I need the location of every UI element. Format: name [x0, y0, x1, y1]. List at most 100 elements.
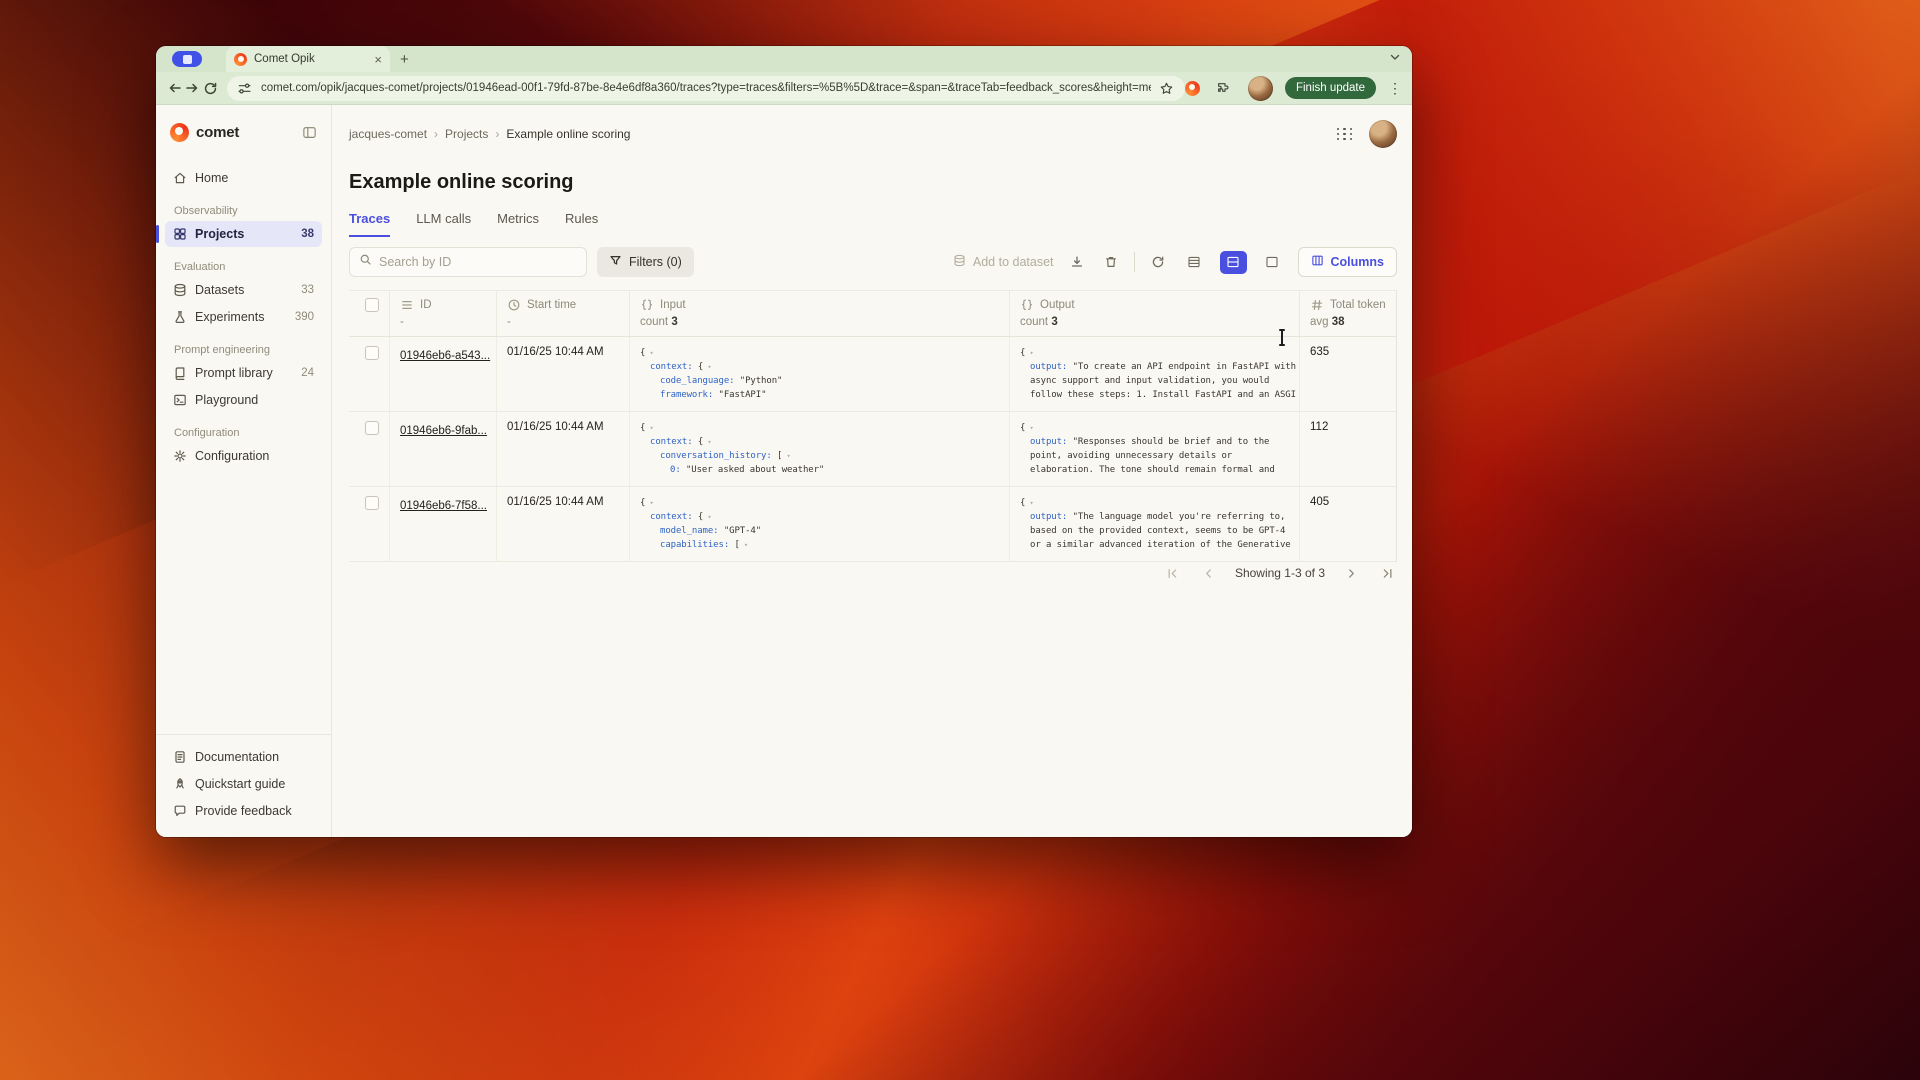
sidebar-item-playground[interactable]: Playground [165, 387, 322, 413]
previous-page-icon[interactable] [1199, 563, 1219, 583]
expand-chevron-icon[interactable]: ▾ [703, 438, 711, 446]
expand-chevron-icon[interactable]: ▾ [1025, 499, 1033, 507]
trace-id-link[interactable]: 01946eb6-7f58... [400, 500, 487, 512]
address-bar[interactable]: comet.com/opik/jacques-comet/projects/01… [227, 76, 1185, 101]
new-tab-button[interactable]: + [400, 51, 409, 68]
reload-icon[interactable] [201, 76, 219, 100]
browser-tab-title: Comet Opik [254, 53, 367, 65]
table-row[interactable]: 01946eb6-7f58...01/16/25 10:44 AM{ ▾cont… [349, 487, 1396, 562]
text-cursor [1281, 331, 1283, 344]
sidebar-item-documentation[interactable]: Documentation [165, 744, 322, 770]
tab-traces[interactable]: Traces [349, 211, 390, 237]
column-header-total-token[interactable]: Total tokenavg 38 [1300, 291, 1397, 336]
tab-list-chevron-icon[interactable] [1388, 50, 1402, 69]
expand-chevron-icon[interactable]: ▾ [645, 499, 653, 507]
sidebar-item-datasets[interactable]: Datasets33 [165, 277, 322, 303]
sidebar-item-count: 38 [301, 228, 314, 240]
expand-chevron-icon[interactable]: ▾ [645, 424, 653, 432]
row-height-small-icon[interactable] [1181, 251, 1208, 274]
expand-chevron-icon[interactable]: ▾ [740, 541, 748, 549]
column-header-start-time[interactable]: Start time- [497, 291, 630, 336]
add-to-dataset-button[interactable]: Add to dataset [953, 254, 1054, 270]
json-line: context: { ▾ [640, 360, 999, 374]
tab-close-icon[interactable]: × [374, 53, 382, 66]
json-value: elaboration. The tone should remain form… [1030, 465, 1275, 475]
row-height-large-icon[interactable] [1259, 251, 1286, 274]
site-settings-icon[interactable] [237, 80, 253, 96]
aggregate-prefix: - [507, 316, 511, 328]
select-all-checkbox[interactable] [365, 298, 379, 312]
expand-chevron-icon[interactable]: ▾ [645, 349, 653, 357]
expand-chevron-icon[interactable]: ▾ [703, 513, 711, 521]
row-checkbox[interactable] [365, 496, 379, 510]
column-header-id[interactable]: ID- [390, 291, 497, 336]
breadcrumb-item[interactable]: jacques-comet [349, 127, 427, 141]
sidebar-item-label: Provide feedback [195, 804, 292, 818]
trace-id-link[interactable]: 01946eb6-a543... [400, 350, 490, 362]
tab-metrics[interactable]: Metrics [497, 211, 539, 237]
comet-extension-icon[interactable] [1185, 81, 1200, 96]
column-header-input[interactable]: Inputcount 3 [630, 291, 1010, 336]
url-text: comet.com/opik/jacques-comet/projects/01… [261, 82, 1151, 94]
finish-update-button[interactable]: Finish update [1285, 77, 1376, 99]
quickstart-icon [173, 777, 187, 791]
expand-chevron-icon[interactable]: ▾ [1025, 349, 1033, 357]
sidebar-item-provide-feedback[interactable]: Provide feedback [165, 798, 322, 824]
sidebar-item-quickstart-guide[interactable]: Quickstart guide [165, 771, 322, 797]
last-page-icon[interactable] [1377, 563, 1397, 583]
sidebar-item-experiments[interactable]: Experiments390 [165, 304, 322, 330]
column-header-text: Output [1040, 299, 1075, 311]
sidebar-item-projects[interactable]: Projects38 [165, 221, 322, 247]
search-field[interactable] [379, 255, 577, 269]
row-height-medium-icon[interactable] [1220, 251, 1247, 274]
tab-llm-calls[interactable]: LLM calls [416, 211, 471, 237]
table-row[interactable]: 01946eb6-9fab... 01/16/25 10:44 AM { ▾cont… [349, 412, 1396, 487]
json-key: 0: [670, 465, 686, 475]
sidebar-item-configuration[interactable]: Configuration [165, 443, 322, 469]
sidebar-item-prompt-library[interactable]: Prompt library24 [165, 360, 322, 386]
json-line: { ▾ [1020, 496, 1289, 510]
json-line: context: { ▾ [640, 435, 999, 449]
delete-trash-icon[interactable] [1100, 251, 1122, 273]
expand-chevron-icon[interactable]: ▾ [1025, 424, 1033, 432]
search-input[interactable] [349, 247, 587, 277]
browser-profile-avatar[interactable] [1248, 76, 1273, 101]
tab-rules[interactable]: Rules [565, 211, 598, 237]
column-header-text: Total token [1330, 299, 1386, 311]
expand-chevron-icon[interactable]: ▾ [703, 363, 711, 371]
next-page-icon[interactable] [1341, 563, 1361, 583]
tab-group-pill[interactable] [172, 51, 202, 67]
columns-button[interactable]: Columns [1298, 247, 1397, 277]
main-content: jacques-comet›Projects›Example online sc… [332, 105, 1412, 837]
bookmark-star-icon[interactable] [1159, 80, 1175, 96]
experiments-icon [173, 310, 187, 324]
user-avatar[interactable] [1369, 120, 1397, 148]
trace-start-time: 01/16/25 10:44 AM [497, 412, 630, 486]
sidebar-item-home[interactable]: Home [165, 165, 322, 191]
sidebar-collapse-icon[interactable] [302, 125, 317, 140]
extensions-puzzle-icon[interactable] [1212, 76, 1236, 100]
column-header-output[interactable]: Outputcount 3 [1010, 291, 1300, 336]
download-icon[interactable] [1066, 251, 1088, 273]
refresh-icon[interactable] [1147, 251, 1169, 273]
table-row[interactable]: 01946eb6-a543...01/16/25 10:44 AM{ ▾cont… [349, 337, 1396, 412]
browser-navbar: comet.com/opik/jacques-comet/projects/01… [156, 72, 1412, 105]
json-value: or a similar advanced iteration of the G… [1030, 540, 1291, 550]
apps-grid-icon[interactable] [1336, 128, 1353, 141]
row-checkbox[interactable] [365, 346, 379, 360]
json-line: { ▾ [640, 421, 999, 435]
traces-toolbar: Filters (0) Add to dataset [349, 247, 1397, 277]
breadcrumb-item[interactable]: Example online scoring [506, 127, 630, 141]
filters-button[interactable]: Filters (0) [597, 247, 694, 277]
first-page-icon[interactable] [1163, 563, 1183, 583]
breadcrumb-item[interactable]: Projects [445, 127, 488, 141]
row-checkbox[interactable] [365, 421, 379, 435]
forward-icon[interactable] [184, 76, 202, 100]
expand-chevron-icon[interactable]: ▾ [782, 452, 790, 460]
browser-tab[interactable]: Comet Opik × [226, 46, 390, 72]
browser-menu-kebab-icon[interactable]: ⋮ [1388, 80, 1402, 97]
sidebar: comet HomeObservabilityProjects38Evaluat… [156, 105, 332, 837]
trace-id-link[interactable]: 01946eb6-9fab... [400, 425, 487, 437]
sidebar-item-label: Home [195, 171, 228, 185]
back-icon[interactable] [166, 76, 184, 100]
